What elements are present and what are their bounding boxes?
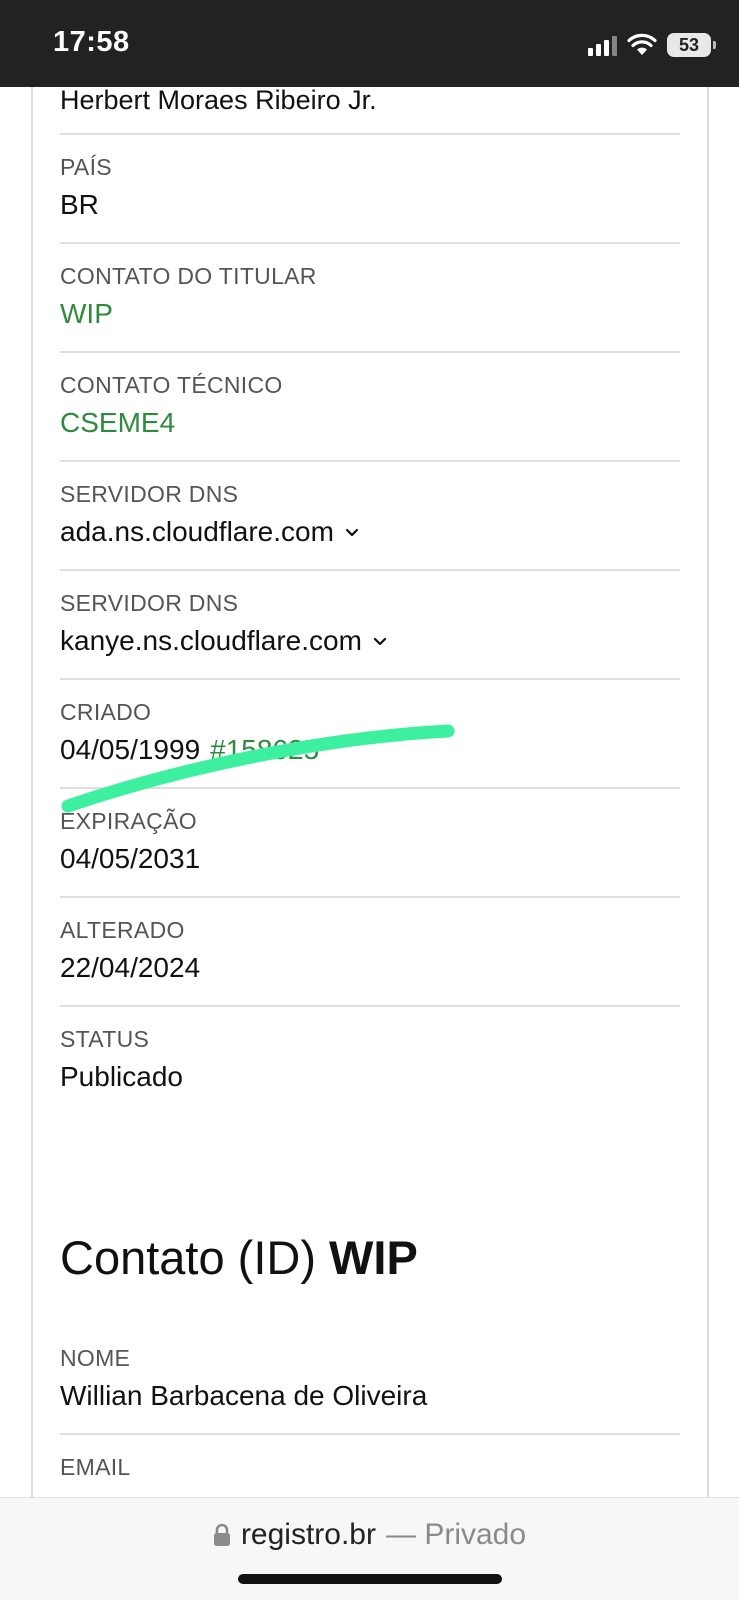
battery-icon: 53: [667, 33, 716, 57]
field-label: EXPIRAÇÃO: [60, 808, 197, 834]
dns-server-toggle[interactable]: ada.ns.cloudflare.com: [60, 516, 360, 548]
field-status: STATUS Publicado: [60, 1007, 680, 1116]
field-dns-2: SERVIDOR DNS kanye.ns.cloudflare.com: [60, 571, 680, 680]
field-label: PAÍS: [60, 154, 112, 180]
field-label: ALTERADO: [60, 917, 185, 943]
status-bar: 17:58 53: [0, 0, 739, 87]
chevron-down-icon: [373, 637, 387, 646]
field-label: CONTATO TÉCNICO: [60, 372, 283, 398]
contact-section-title: Contato (ID) WIP: [60, 1230, 418, 1285]
dns-server-value: ada.ns.cloudflare.com: [60, 516, 334, 547]
status-time: 17:58: [53, 26, 130, 58]
field-pais: PAÍS BR: [60, 135, 680, 244]
dns-server-value: kanye.ns.cloudflare.com: [60, 625, 362, 656]
contato-tecnico-link[interactable]: CSEME4: [60, 407, 175, 439]
field-nome: NOME Willian Barbacena de Oliveira: [60, 1326, 680, 1435]
contato-titular-link[interactable]: WIP: [60, 298, 113, 330]
field-contato-titular: CONTATO DO TITULAR WIP: [60, 244, 680, 353]
chevron-down-icon: [345, 528, 359, 537]
field-dns-1: SERVIDOR DNS ada.ns.cloudflare.com: [60, 462, 680, 571]
field-value: 04/05/1999 #158625: [60, 734, 319, 766]
field-label: SERVIDOR DNS: [60, 590, 239, 616]
field-label: CRIADO: [60, 699, 152, 725]
field-alterado: ALTERADO 22/04/2024: [60, 898, 680, 1007]
title-id: WIP: [329, 1231, 418, 1284]
wifi-icon: [627, 33, 657, 55]
field-label: EMAIL: [60, 1454, 131, 1480]
url-domain: registro.br: [240, 1518, 376, 1551]
home-indicator[interactable]: [238, 1574, 502, 1584]
browser-url-bar[interactable]: registro.br — Privado: [0, 1497, 739, 1600]
field-value: Willian Barbacena de Oliveira: [60, 1380, 428, 1411]
url-display[interactable]: registro.br — Privado: [0, 1518, 739, 1552]
field-value: Publicado: [60, 1061, 183, 1092]
field-value: 22/04/2024: [60, 952, 201, 983]
field-label: SERVIDOR DNS: [60, 481, 239, 507]
field-email: EMAIL: [60, 1435, 680, 1497]
field-label: STATUS: [60, 1026, 150, 1052]
url-private-label: — Privado: [385, 1518, 527, 1551]
ticket-link[interactable]: #158625: [210, 734, 319, 766]
field-contato-tecnico: CONTATO TÉCNICO CSEME4: [60, 353, 680, 462]
field-criado: CRIADO 04/05/1999 #158625: [60, 680, 680, 789]
field-value: BR: [60, 189, 99, 220]
created-date: 04/05/1999: [60, 734, 201, 765]
field-expiracao: EXPIRAÇÃO 04/05/2031: [60, 789, 680, 898]
domain-info: Herbert Moraes Ribeiro Jr. PAÍS BR CONTA…: [60, 87, 680, 1116]
lock-icon: [213, 1523, 230, 1546]
field-label: NOME: [60, 1345, 131, 1371]
owner-name-value: Herbert Moraes Ribeiro Jr.: [60, 87, 680, 135]
status-icons: 53: [588, 30, 716, 60]
title-prefix: Contato (ID): [60, 1231, 330, 1284]
dns-server-toggle[interactable]: kanye.ns.cloudflare.com: [60, 625, 388, 657]
field-value: 04/05/2031: [60, 843, 201, 874]
field-label: CONTATO DO TITULAR: [60, 263, 317, 289]
cellular-signal-icon: [588, 34, 617, 56]
